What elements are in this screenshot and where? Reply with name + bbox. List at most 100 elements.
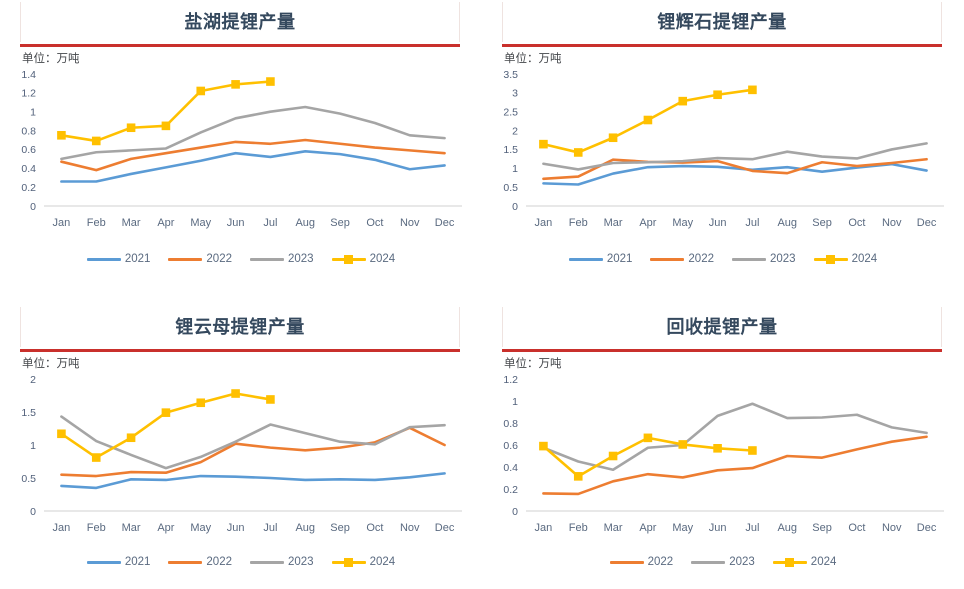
- y-axis-tick-label: 0.6: [21, 144, 36, 156]
- unit-label: 单位：万吨: [504, 358, 562, 370]
- series-marker-2024: [91, 136, 101, 146]
- x-axis-tick-label: Jan: [535, 522, 553, 534]
- legend-label: 2023: [770, 253, 796, 265]
- y-axis-tick-label: 2.5: [503, 107, 518, 119]
- x-axis-tick-label: Nov: [400, 522, 420, 534]
- series-marker-2024: [643, 115, 653, 125]
- x-axis-tick-label: Apr: [157, 522, 174, 534]
- legend-label: 2024: [810, 556, 837, 568]
- legend-item-2022[interactable]: 2022: [609, 556, 673, 568]
- legend-swatch-icon: [650, 253, 685, 265]
- legend-item-2023[interactable]: 2023: [250, 253, 314, 265]
- legend-item-2021[interactable]: 2021: [86, 253, 151, 265]
- y-axis-tick-label: 0.6: [503, 440, 518, 452]
- x-axis-tick-label: Aug: [295, 522, 315, 534]
- legend-swatch-icon: [813, 253, 848, 265]
- title-underline: [502, 44, 942, 47]
- y-axis-tick-label: 0.5: [503, 182, 518, 194]
- x-axis-tick-label: Feb: [87, 522, 106, 534]
- legend-label: 2023: [288, 556, 314, 568]
- legend-item-2024[interactable]: 2024: [813, 253, 878, 265]
- chart-title: 锂辉石提锂产量: [657, 12, 787, 32]
- legend-item-2024[interactable]: 2024: [331, 253, 396, 265]
- series-marker-2024: [231, 80, 240, 89]
- x-axis-tick-label: Mar: [604, 217, 623, 229]
- y-axis-tick-label: 1.2: [21, 88, 36, 100]
- legend-item-2022[interactable]: 2022: [168, 556, 232, 568]
- legend-marker-icon: [784, 558, 794, 567]
- legend-item-2021[interactable]: 2021: [86, 556, 150, 568]
- legend-item-2023[interactable]: 2023: [691, 556, 755, 568]
- legend-swatch-icon: [250, 253, 284, 265]
- y-axis-tick-label: 3: [512, 88, 518, 100]
- x-axis-tick-label: Mar: [604, 522, 623, 534]
- series-marker-2024: [266, 77, 275, 86]
- chart-legend: 2021 2022 2023 2024: [482, 253, 964, 265]
- legend-label: 2024: [369, 253, 396, 265]
- title-block: 锂辉石提锂产量: [502, 0, 942, 44]
- plot-svg: 0 0.5 1 1.5 2 2.5 3 3.5 Jan Feb Mar Apr May Jun Jul Aug…: [503, 69, 944, 229]
- x-axis-tick-label: Aug: [777, 217, 797, 229]
- legend-line-icon: [168, 561, 203, 564]
- legend-line-icon: [609, 561, 644, 564]
- legend-marker-icon: [825, 255, 835, 264]
- legend-line-icon: [86, 258, 121, 261]
- legend-swatch-icon: [732, 253, 766, 265]
- x-axis-tick-label: May: [190, 217, 211, 229]
- legend-swatch-icon: [86, 253, 121, 265]
- x-axis-tick-label: Nov: [882, 217, 902, 229]
- y-axis-tick-label: 0.4: [503, 462, 518, 474]
- panel-recycling: 回收提锂产量 单位：万吨 0 0.2 0.4 0.6 0.8 1 1.2 Jan Feb Mar A…: [482, 293, 964, 589]
- x-axis-tick-label: Mar: [122, 217, 141, 229]
- title-block: 锂云母提锂产量: [20, 305, 460, 349]
- legend-label: 2021: [124, 253, 151, 265]
- legend-swatch-icon: [86, 556, 121, 568]
- x-axis-tick-label: Jan: [535, 217, 553, 229]
- series-marker-2024: [57, 130, 66, 140]
- series-marker-2024: [713, 444, 722, 453]
- x-axis-tick-label: Dec: [435, 522, 455, 534]
- legend-item-2023[interactable]: 2023: [250, 556, 314, 568]
- series-marker-2024: [539, 441, 548, 451]
- series-marker-2024: [91, 453, 101, 462]
- plot-svg: 0 0.2 0.4 0.6 0.8 1 1.2 1.4 Jan Feb Mar Apr May Jun Ju…: [21, 69, 462, 229]
- y-axis-tick-label: 2: [30, 374, 36, 386]
- legend-item-2024[interactable]: 2024: [331, 556, 395, 568]
- legend-swatch-icon: [772, 556, 807, 568]
- series-line-2023: [60, 415, 446, 470]
- x-axis-tick-label: Jan: [53, 217, 71, 229]
- y-axis-tick-label: 1.5: [503, 144, 518, 156]
- unit-label: 单位：万吨: [22, 53, 80, 65]
- x-axis-tick-label: Nov: [400, 217, 420, 229]
- legend-label: 2022: [688, 253, 714, 265]
- legend-item-2022[interactable]: 2022: [650, 253, 714, 265]
- x-axis-tick-label: Feb: [569, 522, 588, 534]
- x-axis-tick-label: Sep: [330, 522, 350, 534]
- series-marker-2024: [539, 139, 548, 149]
- y-axis-tick-label: 0.2: [21, 182, 36, 194]
- x-axis-tick-label: Sep: [812, 522, 832, 534]
- series-line-2022: [60, 426, 446, 478]
- plot-area: 0 0.2 0.4 0.6 0.8 1 1.2 1.4 Jan Feb Mar Apr May Jun Ju…: [0, 66, 482, 236]
- legend-label: 2024: [851, 253, 878, 265]
- legend-item-2023[interactable]: 2023: [732, 253, 796, 265]
- series-line-2024: [60, 392, 272, 459]
- x-axis-tick-label: Oct: [848, 522, 865, 534]
- series-marker-2024: [573, 148, 583, 157]
- legend-item-2021[interactable]: 2021: [568, 253, 632, 265]
- legend-swatch-icon: [168, 556, 203, 568]
- x-axis-tick-label: Dec: [917, 217, 937, 229]
- title-underline: [502, 349, 942, 352]
- chart-legend: 2021 2022 2023 2024: [0, 253, 482, 265]
- series-marker-2024: [748, 446, 757, 455]
- series-marker-2024: [678, 96, 688, 106]
- chart-title: 锂云母提锂产量: [175, 317, 305, 337]
- legend-item-2022[interactable]: 2022: [168, 253, 232, 265]
- series-marker-2024: [161, 121, 171, 131]
- legend-swatch-icon: [691, 556, 726, 568]
- series-marker-2024: [608, 451, 618, 461]
- legend-line-icon: [250, 561, 284, 564]
- legend-swatch-icon: [568, 253, 603, 265]
- legend-item-2024[interactable]: 2024: [772, 556, 837, 568]
- legend-swatch-icon: [250, 556, 284, 568]
